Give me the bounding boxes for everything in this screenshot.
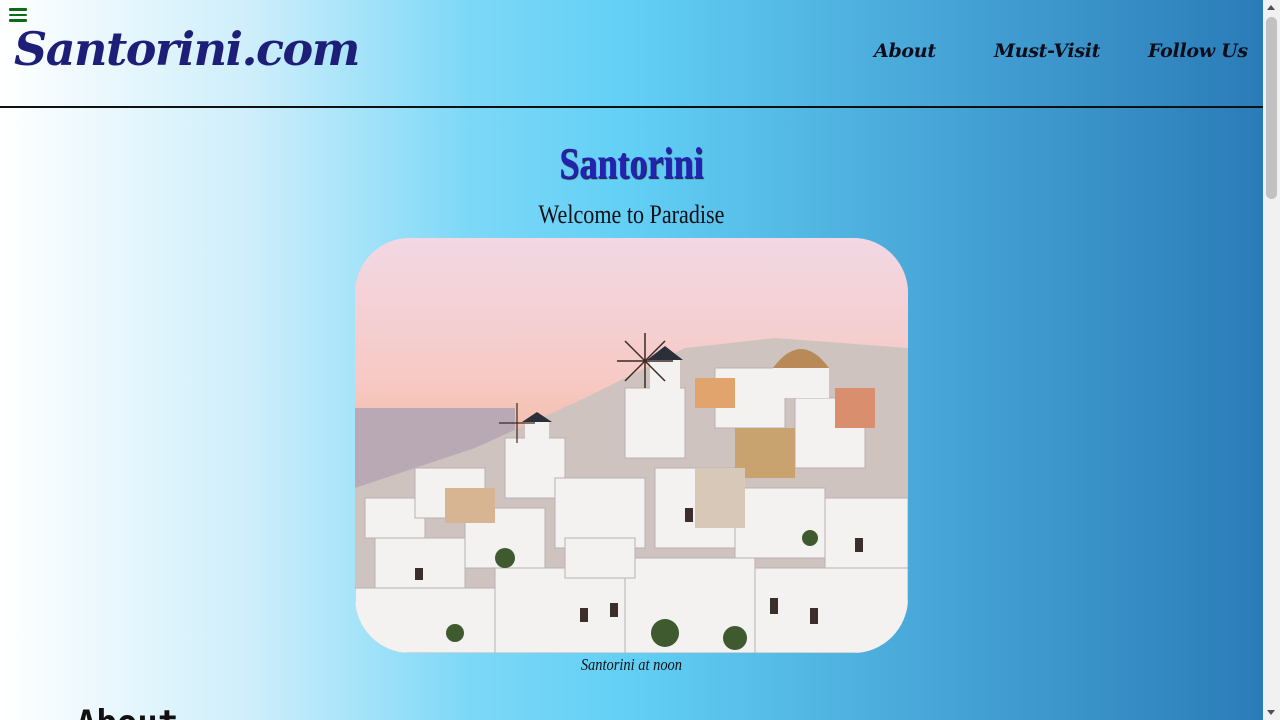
site-header: Santorini.com About Must-Visit Follow Us	[0, 0, 1263, 108]
hamburger-bar	[9, 8, 27, 11]
scroll-up-arrow-icon[interactable]	[1267, 5, 1275, 10]
scroll-down-arrow-icon[interactable]	[1267, 710, 1275, 715]
page: Santorini.com About Must-Visit Follow Us…	[0, 0, 1263, 720]
hamburger-menu-icon[interactable]	[9, 8, 27, 22]
hero-image-caption: Santorini at noon	[580, 655, 682, 674]
nav-link-about[interactable]: About	[874, 40, 936, 62]
site-logo-link[interactable]: Santorini.com	[14, 22, 360, 76]
scrollbar-thumb[interactable]	[1266, 17, 1277, 199]
vertical-scrollbar[interactable]	[1263, 0, 1280, 720]
hamburger-bar	[9, 13, 27, 16]
nav-link-must-visit[interactable]: Must-Visit	[994, 40, 1100, 62]
nav-link-follow-us[interactable]: Follow Us	[1148, 40, 1248, 62]
hero-subtitle: Welcome to Paradise	[538, 200, 725, 229]
about-section-heading: About	[76, 703, 178, 720]
hero-title: Santorini	[559, 139, 704, 188]
santorini-hero-image	[355, 238, 908, 653]
santorini-illustration	[355, 238, 908, 653]
